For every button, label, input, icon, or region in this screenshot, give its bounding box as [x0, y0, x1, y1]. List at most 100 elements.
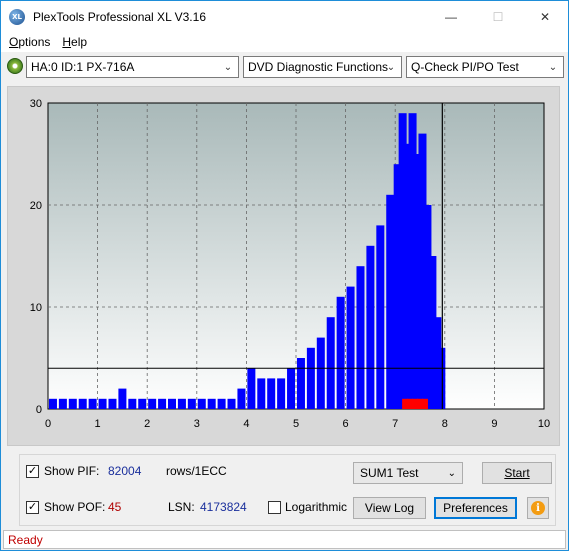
- pif-value: 82004: [108, 464, 142, 478]
- pif-bar: [346, 286, 355, 409]
- show-pif-checkbox[interactable]: ✓: [26, 465, 39, 478]
- preferences-button-label: Preferences: [443, 501, 508, 515]
- y-tick-label: 10: [30, 302, 42, 314]
- pif-bar: [257, 378, 266, 409]
- menu-help-label: elp: [71, 35, 88, 49]
- show-pof-label: Show POF:: [44, 500, 106, 514]
- sum-test-select-value: SUM1 Test: [360, 466, 419, 480]
- pif-bar: [128, 398, 137, 409]
- title-bar[interactable]: XL PlexTools Professional XL V3.16 — ☐ ✕: [1, 1, 568, 32]
- pif-unit: rows/1ECC: [166, 464, 227, 478]
- pif-bar: [58, 398, 67, 409]
- pif-bar: [48, 398, 57, 409]
- x-tick-label: 0: [45, 418, 51, 430]
- chart-panel: 0 1 2 3 4 5 6 7 8 9 10 0 10 20 30: [7, 86, 560, 446]
- pif-bar: [316, 337, 325, 409]
- lsn-label: LSN:: [168, 500, 195, 514]
- menu-options[interactable]: Options: [9, 35, 50, 49]
- x-tick-label: 6: [343, 418, 349, 430]
- menu-help[interactable]: Help: [62, 35, 87, 49]
- pif-bar: [197, 398, 206, 409]
- start-button[interactable]: Start: [482, 462, 552, 484]
- test-select[interactable]: Q-Check PI/PO Test ⌄: [406, 56, 564, 78]
- pif-bar: [217, 398, 226, 409]
- pif-row: ✓ Show PIF: 82004 rows/1ECC SUM1 Test ⌄ …: [20, 459, 557, 485]
- pif-bar: [177, 398, 186, 409]
- pif-bar: [386, 194, 395, 409]
- status-text: Ready: [8, 532, 43, 547]
- show-pif-label: Show PIF:: [44, 464, 100, 478]
- y-tick-label: 20: [30, 200, 42, 212]
- start-button-label: Start: [504, 466, 530, 480]
- minimize-button[interactable]: —: [428, 1, 474, 32]
- function-select[interactable]: DVD Diagnostic Functions ⌄: [243, 56, 402, 78]
- pif-bar: [138, 398, 147, 409]
- menu-help-accel: H: [62, 35, 72, 49]
- pif-bar: [187, 398, 196, 409]
- lsn-value: 4173824: [200, 500, 247, 514]
- drive-select[interactable]: HA:0 ID:1 PX-716A ⌄: [26, 56, 239, 78]
- menu-bar: Options Help: [1, 32, 568, 52]
- chevron-down-icon: ⌄: [386, 61, 396, 73]
- view-log-button[interactable]: View Log: [353, 497, 426, 519]
- maximize-button[interactable]: ☐: [475, 1, 521, 32]
- chevron-down-icon: ⌄: [223, 61, 233, 73]
- pif-bar: [68, 398, 77, 409]
- pif-bar: [326, 317, 335, 409]
- x-tick-label: 8: [442, 418, 448, 430]
- view-log-button-label: View Log: [364, 501, 415, 515]
- chevron-down-icon: ⌄: [548, 61, 558, 73]
- pif-bar: [366, 245, 375, 409]
- x-tick-label: 3: [194, 418, 200, 430]
- close-button[interactable]: ✕: [522, 1, 568, 32]
- pif-bar: [267, 378, 276, 409]
- x-tick-label: 1: [95, 418, 101, 430]
- pof-bar: [421, 398, 428, 409]
- info-icon: i: [531, 501, 545, 515]
- logarithmic-label: Logarithmic: [285, 500, 348, 514]
- logarithmic-checkbox[interactable]: [268, 501, 281, 514]
- x-tick-label: 9: [491, 418, 497, 430]
- test-select-value: Q-Check PI/PO Test: [411, 60, 519, 74]
- pif-bar: [277, 378, 286, 409]
- x-tick-label: 4: [243, 418, 249, 430]
- y-tick-label: 0: [36, 404, 42, 416]
- pif-bar: [237, 388, 246, 409]
- pi-po-chart: 0 1 2 3 4 5 6 7 8 9 10 0 10 20 30: [30, 98, 550, 430]
- pif-bar: [376, 225, 385, 409]
- x-tick-label: 2: [144, 418, 150, 430]
- pif-bar: [336, 296, 345, 409]
- pif-bar: [148, 398, 157, 409]
- chevron-down-icon: ⌄: [447, 467, 456, 479]
- pif-bar: [356, 266, 365, 409]
- window-title: PlexTools Professional XL V3.16: [33, 9, 206, 24]
- pif-bar: [296, 358, 305, 409]
- x-tick-label: 5: [293, 418, 299, 430]
- pif-bar: [287, 368, 296, 409]
- menu-options-accel: O: [9, 35, 19, 49]
- pif-bar: [118, 388, 127, 409]
- function-select-value: DVD Diagnostic Functions: [248, 60, 389, 74]
- pif-bar: [78, 398, 87, 409]
- pif-bar: [158, 398, 167, 409]
- pif-bar: [108, 398, 117, 409]
- status-bar: Ready: [3, 530, 566, 549]
- pif-bar: [207, 398, 216, 409]
- pif-bar: [437, 347, 446, 409]
- pif-bar: [168, 398, 176, 409]
- pof-row: ✓ Show POF: 45 LSN: 4173824 Logarithmic …: [20, 495, 557, 521]
- sum-test-select[interactable]: SUM1 Test ⌄: [353, 462, 463, 484]
- disc-drive-icon: [7, 58, 23, 74]
- pif-bar: [227, 398, 236, 409]
- controls-panel: ✓ Show PIF: 82004 rows/1ECC SUM1 Test ⌄ …: [19, 454, 556, 526]
- preferences-button[interactable]: Preferences: [434, 497, 517, 519]
- drive-select-value: HA:0 ID:1 PX-716A: [31, 60, 135, 74]
- show-pof-checkbox[interactable]: ✓: [26, 501, 39, 514]
- app-logo-icon: XL: [9, 8, 25, 25]
- x-tick-label: 7: [392, 418, 398, 430]
- pif-bar: [98, 398, 107, 409]
- y-tick-label: 30: [30, 98, 42, 110]
- toolbar: HA:0 ID:1 PX-716A ⌄ DVD Diagnostic Funct…: [1, 53, 568, 81]
- x-tick-label: 10: [538, 418, 550, 430]
- info-button[interactable]: i: [527, 497, 549, 519]
